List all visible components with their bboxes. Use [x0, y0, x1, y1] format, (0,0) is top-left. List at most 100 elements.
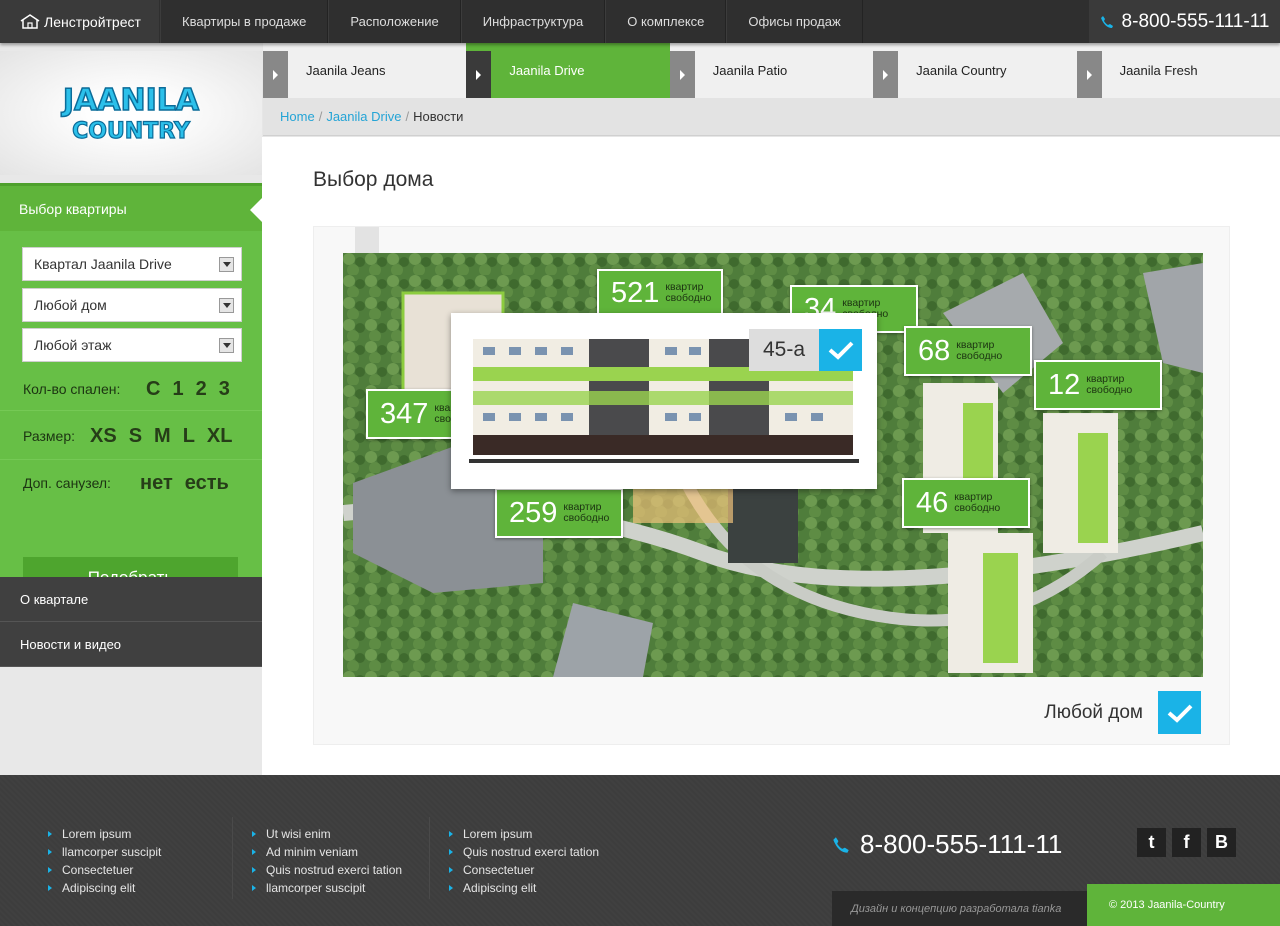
footer-divider [232, 817, 233, 899]
bedrooms-option[interactable]: С [146, 378, 160, 401]
size-option[interactable]: XS [90, 425, 117, 448]
quarter-select[interactable]: Квартал Jaanila Drive [22, 247, 242, 281]
tab-jaanila-country[interactable]: Jaanila Country [873, 43, 1077, 98]
tab-label: Jaanila Fresh [1119, 63, 1198, 78]
house-select[interactable]: Любой дом [22, 288, 242, 322]
left-column: JAANILA COUNTRY Выбор квартиры Квартал J… [0, 43, 262, 775]
size-option[interactable]: XL [207, 425, 233, 448]
free-count: 68 [918, 334, 951, 367]
house-picker: 521 квартирсвободно 34 квартирсвободно 6… [313, 226, 1230, 745]
bedrooms-row: Кол-во спален: С 1 2 3 [0, 374, 262, 404]
chevron-right-icon [263, 51, 288, 98]
nav-about[interactable]: О комплексе [605, 0, 727, 43]
breadcrumb-section[interactable]: Jaanila Drive [326, 109, 401, 124]
chevron-right-icon [669, 51, 695, 98]
bathroom-option[interactable]: нет [140, 472, 173, 495]
apartment-selection-title: Выбор квартиры [0, 183, 262, 231]
top-bar: Ленстройтрест Квартиры в продаже Располо… [0, 0, 1280, 43]
house-popup: 45-а [451, 313, 877, 489]
dropdown-arrow-icon [219, 257, 234, 272]
house-bubble-259[interactable]: 259 квартир свободно [495, 488, 623, 538]
free-count: 347 [380, 397, 429, 430]
footer-link[interactable]: Consectetuer [48, 861, 161, 879]
bedrooms-option[interactable]: 1 [172, 378, 183, 401]
floor-select[interactable]: Любой этаж [22, 328, 242, 362]
any-house-option[interactable]: Любой дом [1044, 691, 1201, 734]
brand-name: Ленстройтрест [44, 13, 141, 30]
svg-text:COUNTRY: COUNTRY [72, 119, 191, 144]
tab-jaanila-jeans[interactable]: Jaanila Jeans [263, 43, 467, 98]
footer-link[interactable]: Ut wisi enim [252, 825, 402, 843]
house-bubble-68[interactable]: 68 квартир свободно [904, 326, 1032, 376]
twitter-icon[interactable]: t [1137, 828, 1166, 857]
site-logo[interactable]: JAANILA COUNTRY [0, 51, 262, 175]
divider [0, 459, 262, 460]
nav-apartments[interactable]: Квартиры в продаже [160, 0, 329, 43]
top-phone[interactable]: 8-800-555-111-11 [1089, 0, 1280, 43]
footer-links-col-1: Lorem ipsum llamcorper suscipit Consecte… [48, 825, 161, 897]
footer-link[interactable]: Quis nostrud exerci tation [449, 843, 599, 861]
footer-link[interactable]: Lorem ipsum [48, 825, 161, 843]
bathroom-option[interactable]: есть [185, 472, 229, 495]
svg-text:JAANILA: JAANILA [61, 83, 200, 118]
footer-link[interactable]: Adipiscing elit [449, 879, 599, 897]
tab-label: Jaanila Country [916, 63, 1007, 78]
top-nav: Квартиры в продаже Расположение Инфрастр… [160, 0, 863, 43]
free-label: квартирсвободно [563, 501, 610, 524]
footer-link[interactable]: Quis nostrud exerci tation [252, 861, 402, 879]
free-count: 46 [916, 486, 949, 519]
tab-jaanila-fresh[interactable]: Jaanila Fresh [1076, 43, 1280, 98]
tab-label: Jaanila Jeans [306, 63, 386, 78]
size-option[interactable]: L [183, 425, 195, 448]
facebook-icon[interactable]: f [1172, 828, 1201, 857]
footer-link[interactable]: llamcorper suscipit [48, 843, 161, 861]
house-bubble-46[interactable]: 46 квартир свободно [902, 478, 1030, 528]
vk-icon[interactable]: B [1207, 828, 1236, 857]
nav-infrastructure[interactable]: Инфраструктура [460, 0, 606, 43]
menu-news-video[interactable]: Новости и видео [0, 622, 262, 667]
chevron-right-icon [873, 51, 899, 98]
free-label: квартирсвободно [1086, 373, 1133, 396]
dropdown-arrow-icon [219, 298, 234, 313]
house-bubble-12[interactable]: 12 квартир свободно [1034, 360, 1162, 410]
chevron-right-icon [1076, 51, 1102, 98]
footer-link[interactable]: Adipiscing elit [48, 879, 161, 897]
any-house-checkbox[interactable] [1158, 691, 1201, 734]
footer-link[interactable]: Ad minim veniam [252, 843, 402, 861]
footer-divider [429, 817, 430, 899]
footer-link[interactable]: Lorem ipsum [449, 825, 599, 843]
house-bubble-347[interactable]: 347 квартирсвободно [366, 389, 480, 439]
tab-jaanila-patio[interactable]: Jaanila Patio [669, 43, 874, 98]
footer-phone[interactable]: 8-800-555-111-11 [832, 829, 1062, 860]
size-option[interactable]: M [154, 425, 171, 448]
footer-phone-number: 8-800-555-111-11 [860, 829, 1063, 859]
project-tabs: Jaanila Jeans Jaanila Drive Jaanila Pati… [263, 43, 1280, 98]
nav-location[interactable]: Расположение [328, 0, 461, 43]
brand-logo[interactable]: Ленстройтрест [0, 0, 159, 43]
tab-jaanila-drive[interactable]: Jaanila Drive [466, 43, 670, 98]
top-phone-number: 8-800-555-111-11 [1121, 10, 1270, 32]
map-tab[interactable] [355, 227, 379, 253]
house-bubble-521[interactable]: 521 квартир свободно [597, 269, 723, 317]
size-label: Размер: [23, 428, 76, 444]
checkmark-icon [1167, 704, 1192, 723]
size-option[interactable]: S [129, 425, 142, 448]
main-content: Выбор дома 521 квартир свободно 34 кварт… [262, 137, 1280, 796]
breadcrumb-home[interactable]: Home [280, 109, 315, 124]
filter-panel: Квартал Jaanila Drive Любой дом Любой эт… [0, 231, 262, 601]
breadcrumb-separator: / [318, 109, 323, 124]
select-house-checkbox[interactable] [819, 329, 862, 371]
footer-link[interactable]: llamcorper suscipit [252, 879, 402, 897]
bathroom-row: Доп. санузел: нет есть [0, 468, 262, 498]
nav-sales-offices[interactable]: Офисы продаж [726, 0, 863, 43]
bedrooms-option[interactable]: 2 [196, 378, 207, 401]
chevron-right-icon [466, 51, 492, 98]
footer: Lorem ipsum llamcorper suscipit Consecte… [0, 775, 1280, 926]
bedrooms-option[interactable]: 3 [219, 378, 230, 401]
aerial-map[interactable]: 521 квартирсвободно 34 квартирсвободно 6… [343, 253, 1203, 677]
house-select-value: Любой дом [34, 297, 107, 313]
dropdown-arrow-icon [219, 338, 234, 353]
menu-about-quarter[interactable]: О квартале [0, 577, 262, 622]
footer-link[interactable]: Consectetuer [449, 861, 599, 879]
breadcrumb-current: Новости [413, 109, 464, 124]
